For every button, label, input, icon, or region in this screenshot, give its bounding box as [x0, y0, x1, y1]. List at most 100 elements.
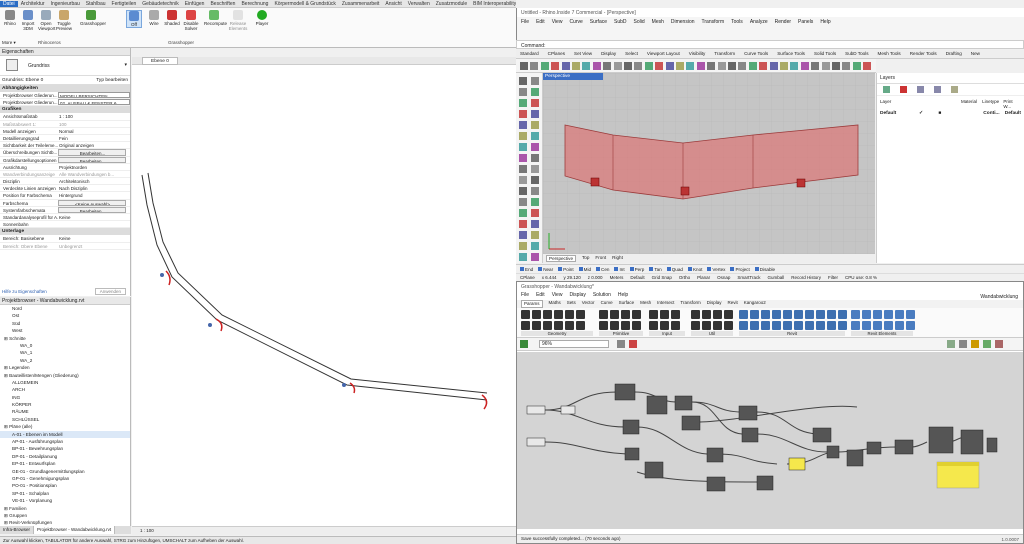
rhino-tab-surface-tools[interactable]: Surface Tools	[777, 51, 805, 57]
property-value[interactable]: Keine	[58, 214, 130, 220]
gh-component-icon[interactable]	[851, 321, 860, 330]
disable-solver-button[interactable]: Disable Solver	[183, 10, 199, 31]
rhino-side-tool-icon[interactable]	[519, 165, 527, 173]
tab-ebene-0[interactable]: Ebene 0	[142, 57, 178, 65]
osnap-knot[interactable]: Knot	[687, 267, 702, 272]
gh-component-icon[interactable]	[660, 310, 669, 319]
gh-component-icon[interactable]	[873, 321, 882, 330]
ribbon-tab-einf-gen[interactable]: Einfügen	[182, 1, 208, 7]
rhino-tool-icon[interactable]	[582, 62, 591, 70]
property-value[interactable]	[58, 221, 130, 227]
wire-button[interactable]: Wire	[146, 10, 162, 26]
osnap-cen[interactable]: Cen	[596, 267, 609, 272]
rhino-menu-curve[interactable]: Curve	[569, 19, 582, 25]
gh-group-util[interactable]: Util	[691, 331, 733, 336]
gh-menu-help[interactable]: Help	[618, 292, 628, 299]
release-elements-button[interactable]: Release Elements	[228, 10, 248, 31]
property-value[interactable]: Architektonisch	[58, 178, 130, 184]
property-value[interactable]: Bearbeiten...	[58, 149, 126, 156]
ribbon-tab-k-rpermodell-grundst-ck[interactable]: Körpermodell & Grundstück	[271, 1, 338, 7]
gh-component-icon[interactable]	[772, 321, 781, 330]
category-graphics[interactable]: Grafiken	[0, 106, 130, 114]
rhino-tool-icon[interactable]	[624, 62, 632, 70]
gh-component-icon[interactable]	[816, 321, 825, 330]
gh-component-icon[interactable]	[838, 321, 847, 330]
gh-component-icon[interactable]	[906, 321, 915, 330]
player-button[interactable]: Player	[254, 10, 270, 26]
property-value[interactable]: 100	[58, 121, 130, 127]
gh-component-icon[interactable]	[621, 310, 630, 319]
osnap-point[interactable]: Point	[558, 267, 574, 272]
rhino-side-tool-icon[interactable]	[531, 242, 539, 250]
rhino-side-tool-icon[interactable]	[531, 165, 539, 173]
gh-component-icon[interactable]	[691, 310, 700, 319]
property-value[interactable]: Normal	[58, 128, 130, 134]
preview-off-button[interactable]: Off	[126, 10, 142, 28]
apply-button[interactable]: Anwenden	[94, 288, 126, 295]
gh-component-icon[interactable]	[554, 321, 563, 330]
grasshopper-button[interactable]: Grasshopper	[80, 10, 106, 26]
rhino-tool-icon[interactable]	[738, 62, 747, 70]
gh-menu-edit[interactable]: Edit	[536, 292, 545, 299]
layer-up-icon[interactable]	[917, 86, 924, 93]
gh-component-icon[interactable]	[532, 321, 541, 330]
gh-component-icon[interactable]	[761, 310, 770, 319]
browser-item[interactable]: ⊞ Familien	[0, 505, 130, 512]
browser-item[interactable]: ⊞ Gruppen	[0, 512, 130, 519]
rhino-side-tool-icon[interactable]	[519, 242, 527, 250]
gh-tab-mesh[interactable]: Mesh	[640, 300, 651, 308]
rhino-tab-display[interactable]: Display	[601, 51, 616, 57]
ribbon-tab-architektur[interactable]: Architektur	[18, 1, 48, 7]
gh-menu-view[interactable]: View	[552, 292, 563, 299]
rhino-menu-tools[interactable]: Tools	[731, 19, 743, 25]
gh-component-icon[interactable]	[576, 321, 585, 330]
gh-component-icon[interactable]	[576, 310, 585, 319]
browser-item[interactable]: WA_2	[0, 357, 130, 364]
rhino-tool-icon[interactable]	[676, 62, 684, 70]
recompute-button[interactable]: Recompute	[204, 10, 227, 26]
rhino-command-line[interactable]: Command:	[516, 40, 1024, 49]
rhino-side-tool-icon[interactable]	[519, 99, 527, 107]
gh-component-icon[interactable]	[713, 310, 722, 319]
gh-component-icon[interactable]	[554, 310, 563, 319]
gh-component-icon[interactable]	[724, 310, 733, 319]
more-dropdown[interactable]: More ▾	[0, 40, 130, 48]
property-value[interactable]: Projektnorden	[58, 164, 130, 170]
gh-component-icon[interactable]	[610, 310, 619, 319]
rhino-tab-select[interactable]: Select	[625, 51, 638, 57]
rhino-tool-icon[interactable]	[551, 62, 560, 70]
gh-component-icon[interactable]	[805, 310, 814, 319]
ribbon-tab-bim-interoperability-tools[interactable]: BIM Interoperability Tools	[470, 1, 516, 7]
gh-open-icon[interactable]	[520, 340, 528, 348]
gh-component-icon[interactable]	[543, 310, 552, 319]
rhino-tool-icon[interactable]	[821, 62, 830, 70]
gh-component-icon[interactable]	[906, 310, 915, 319]
rhino-menu-help[interactable]: Help	[820, 19, 830, 25]
rhino-status-planar[interactable]: Planar	[697, 275, 710, 280]
rhino-side-tool-icon[interactable]	[519, 143, 527, 151]
browser-item[interactable]: RÄUME	[0, 408, 130, 415]
filter-icon[interactable]	[951, 86, 958, 93]
gh-component-icon[interactable]	[827, 310, 836, 319]
gh-component-icon[interactable]	[621, 321, 630, 330]
gh-group-input[interactable]: Input	[649, 331, 685, 336]
rhino-status-grid-snap[interactable]: Grid Snap	[652, 275, 672, 280]
rhino-menu-edit[interactable]: Edit	[536, 19, 545, 25]
browser-item[interactable]: Ost	[0, 312, 130, 319]
gh-component-icon[interactable]	[599, 321, 608, 330]
rhino-side-tool-icon[interactable]	[531, 231, 539, 239]
gh-color-icon[interactable]	[629, 340, 637, 348]
tab-infra-browser[interactable]: Infra-Browser	[0, 526, 35, 534]
rhino-menu-analyze[interactable]: Analyze	[750, 19, 768, 25]
rhino-perspective-viewport[interactable]	[543, 73, 875, 254]
rhino-side-tool-icon[interactable]	[531, 209, 539, 217]
gh-component-icon[interactable]	[565, 321, 574, 330]
gh-component-icon[interactable]	[599, 310, 608, 319]
browser-item[interactable]: ALLGEMEIN	[0, 379, 130, 386]
browser-item[interactable]: VE-01 - Vorplanung	[0, 497, 130, 504]
rhino-tab-visibility[interactable]: Visibility	[689, 51, 706, 57]
ribbon-tab-stahlbau[interactable]: Stahlbau	[83, 1, 109, 7]
rhino-tab-curve-tools[interactable]: Curve Tools	[744, 51, 768, 57]
rhino-menu-dimension[interactable]: Dimension	[671, 19, 695, 25]
rhino-status-cplane[interactable]: CPlane	[520, 275, 535, 280]
